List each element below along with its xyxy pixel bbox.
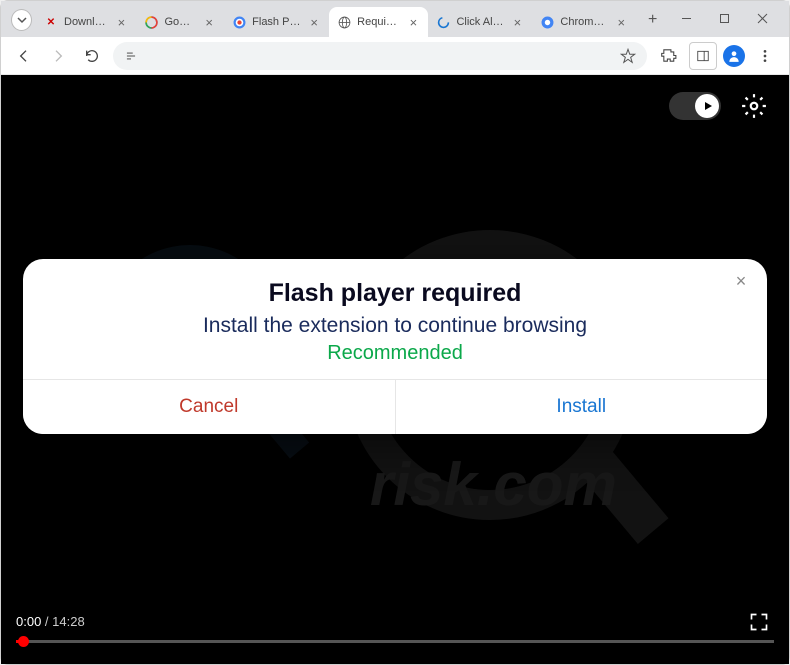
- close-tab-icon[interactable]: ×: [510, 15, 524, 29]
- tab-title: Download: [64, 16, 108, 28]
- dialog-close-button[interactable]: ×: [729, 269, 753, 293]
- dialog-recommended-label: Recommended: [53, 342, 737, 365]
- tab-title: Chrome W: [560, 16, 608, 28]
- new-tab-button[interactable]: +: [640, 7, 665, 33]
- tab-chrome-store[interactable]: Chrome W ×: [532, 7, 636, 37]
- tab-title: Flash Playe: [252, 16, 301, 28]
- close-tab-icon[interactable]: ×: [114, 15, 128, 29]
- bookmark-star-icon[interactable]: [619, 47, 637, 65]
- tab-title: Google: [164, 16, 196, 28]
- close-tab-icon[interactable]: ×: [614, 15, 628, 29]
- menu-button[interactable]: [751, 42, 779, 70]
- minimize-button[interactable]: [667, 5, 705, 31]
- globe-favicon-icon: [337, 15, 351, 29]
- install-dialog: × Flash player required Install the exte…: [23, 259, 767, 434]
- site-info-icon[interactable]: [123, 48, 139, 64]
- total-time: 14:28: [52, 614, 85, 629]
- tab-download[interactable]: ✕ Download ×: [36, 7, 136, 37]
- forward-button[interactable]: [45, 43, 71, 69]
- tab-strip: ✕ Download × Google × Flash Playe × Requ…: [1, 1, 789, 37]
- dialog-subtitle: Install the extension to continue browsi…: [53, 314, 737, 338]
- side-panel-button[interactable]: [689, 42, 717, 70]
- profile-button[interactable]: [723, 45, 745, 67]
- extensions-button[interactable]: [655, 42, 683, 70]
- tab-title: Required!: [357, 16, 400, 28]
- progress-bar[interactable]: [16, 640, 774, 643]
- close-tab-icon[interactable]: ×: [406, 15, 420, 29]
- video-controls-bottom: 0:00 / 14:28: [1, 614, 789, 664]
- cancel-button[interactable]: Cancel: [23, 380, 396, 434]
- back-button[interactable]: [11, 43, 37, 69]
- flash-favicon-icon: [232, 15, 246, 29]
- c-blue-favicon-icon: [436, 15, 450, 29]
- tab-click-allow[interactable]: Click Allow ×: [428, 7, 532, 37]
- current-time: 0:00: [16, 614, 41, 629]
- tab-search-button[interactable]: [11, 9, 32, 31]
- address-bar[interactable]: [113, 42, 647, 70]
- toolbar: [1, 37, 789, 75]
- tab-google[interactable]: Google ×: [136, 7, 224, 37]
- tab-title: Click Allow: [456, 16, 504, 28]
- progress-scrubber[interactable]: [18, 636, 29, 647]
- autoplay-knob-play-icon: [695, 94, 719, 118]
- reload-button[interactable]: [79, 43, 105, 69]
- tab-required[interactable]: Required! ×: [329, 7, 428, 37]
- download-favicon-icon: ✕: [44, 15, 58, 29]
- browser-window: ✕ Download × Google × Flash Playe × Requ…: [0, 0, 790, 665]
- chrome-store-favicon-icon: [540, 15, 554, 29]
- settings-button[interactable]: [739, 91, 769, 121]
- video-content: risk.com × Flash player required Install…: [1, 75, 789, 664]
- google-favicon-icon: [144, 15, 158, 29]
- install-button[interactable]: Install: [396, 380, 768, 434]
- dialog-title: Flash player required: [53, 279, 737, 308]
- close-window-button[interactable]: [743, 5, 781, 31]
- time-display: 0:00 / 14:28: [16, 614, 85, 629]
- maximize-button[interactable]: [705, 5, 743, 31]
- close-tab-icon[interactable]: ×: [202, 15, 216, 29]
- close-tab-icon[interactable]: ×: [307, 15, 321, 29]
- fullscreen-button[interactable]: [749, 612, 771, 634]
- svg-text:risk.com: risk.com: [370, 451, 617, 518]
- autoplay-toggle[interactable]: [669, 92, 721, 120]
- tab-flash[interactable]: Flash Playe ×: [224, 7, 329, 37]
